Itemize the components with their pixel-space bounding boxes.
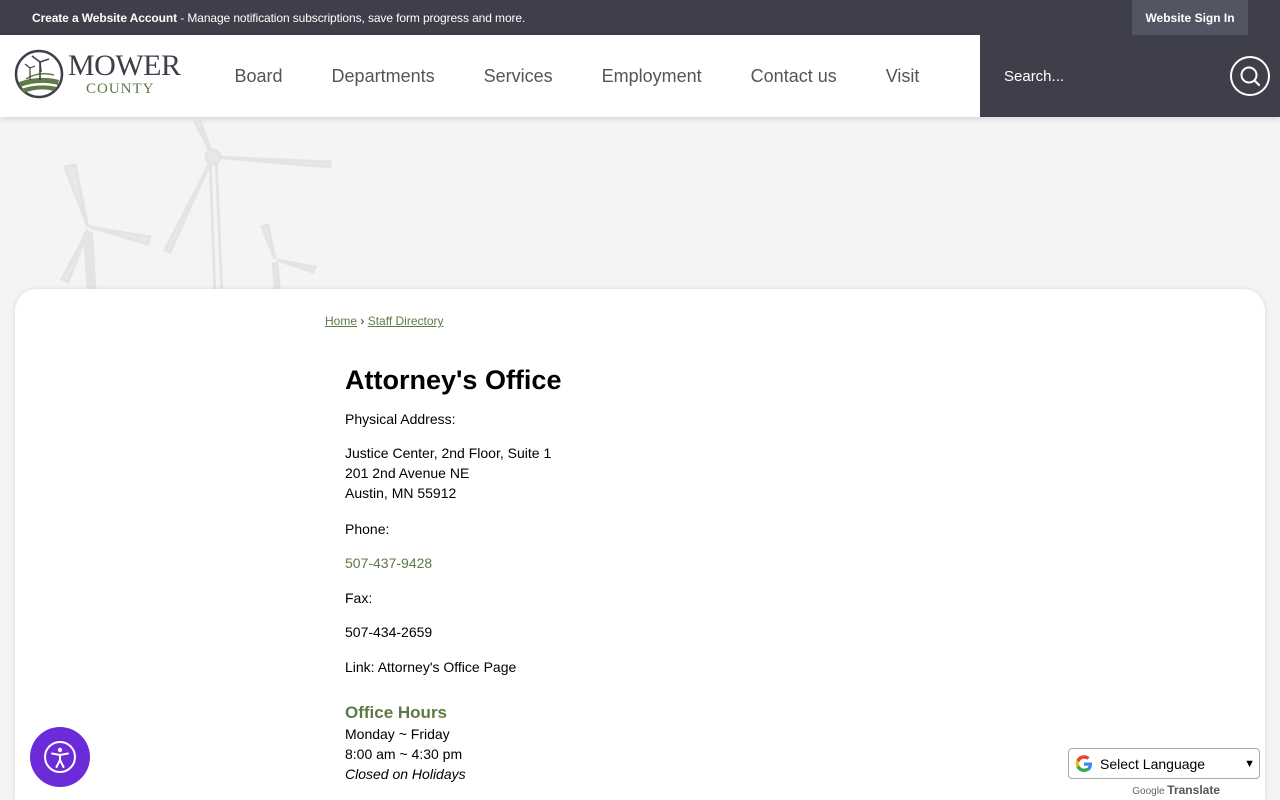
- office-page-link[interactable]: Link: Attorney's Office Page: [345, 657, 945, 677]
- breadcrumb-staff-directory-link[interactable]: Staff Directory: [368, 314, 444, 328]
- office-hours-title: Office Hours: [345, 703, 448, 722]
- search-panel: [980, 35, 1280, 117]
- phone-label: Phone:: [345, 521, 390, 537]
- search-icon: [1240, 66, 1261, 87]
- breadcrumb-home-link[interactable]: Home: [325, 314, 357, 328]
- create-account-description: - Manage notification subscriptions, sav…: [176, 11, 526, 25]
- top-notification-bar: Create a Website Account - Manage notifi…: [0, 0, 1280, 35]
- office-hours-note: Closed on Holidays: [345, 766, 466, 782]
- translate-word: Translate: [1167, 783, 1220, 797]
- nav-item-services[interactable]: Services: [459, 66, 577, 87]
- website-sign-in-button[interactable]: Website Sign In: [1132, 0, 1248, 35]
- search-input[interactable]: [1004, 63, 1204, 89]
- office-hours-time: 8:00 am ~ 4:30 pm: [345, 746, 463, 762]
- address-line-1: Justice Center, 2nd Floor, Suite 1: [345, 445, 552, 461]
- address-line-3: Austin, MN 55912: [345, 485, 457, 501]
- select-language-label: Select Language: [1100, 755, 1206, 772]
- main-navigation: Board Departments Services Employment Co…: [210, 35, 944, 117]
- google-translate-widget: Select Language ▼ Google Translate: [1068, 748, 1260, 797]
- google-wordmark: Google: [1132, 786, 1165, 797]
- google-g-icon: [1075, 754, 1092, 772]
- nav-item-departments[interactable]: Departments: [307, 66, 459, 87]
- logo-text-mower: MOWER: [68, 49, 181, 82]
- logo-text-county: COUNTY: [86, 81, 155, 97]
- accessibility-button[interactable]: [30, 727, 90, 787]
- select-language-dropdown[interactable]: Select Language ▼: [1068, 748, 1260, 779]
- phone-link[interactable]: 507-437-9428: [345, 553, 945, 573]
- nav-item-board[interactable]: Board: [210, 66, 307, 87]
- breadcrumb: Home › Staff Directory: [325, 314, 444, 328]
- office-hours-days: Monday ~ Friday: [345, 726, 450, 742]
- wind-turbine-watermark-icon: [59, 118, 332, 297]
- search-button[interactable]: [1230, 56, 1270, 96]
- physical-address-label: Physical Address:: [345, 411, 456, 427]
- nav-item-visit[interactable]: Visit: [861, 66, 944, 87]
- address-line-2: 201 2nd Avenue NE: [345, 465, 470, 481]
- site-header: MOWER COUNTY Board Departments Services …: [0, 35, 1280, 117]
- chevron-down-icon: ▼: [1244, 757, 1255, 770]
- header-banner: [0, 117, 1280, 297]
- accessibility-icon: [44, 741, 76, 773]
- mower-county-logo[interactable]: MOWER COUNTY: [14, 49, 189, 101]
- nav-item-employment[interactable]: Employment: [577, 66, 726, 87]
- powered-by-google-translate[interactable]: Google Translate: [1068, 783, 1260, 797]
- create-account-link[interactable]: Create a Website Account: [32, 11, 177, 25]
- page-title: Attorney's Office: [345, 365, 562, 395]
- fax-label: Fax:: [345, 590, 373, 606]
- breadcrumb-separator: ›: [360, 314, 365, 328]
- fax-number: 507-434-2659: [345, 624, 433, 640]
- department-details: Attorney's Office Physical Address: Just…: [345, 364, 945, 784]
- wind-turbine-logo-icon: [14, 49, 64, 99]
- nav-item-contact-us[interactable]: Contact us: [726, 66, 861, 87]
- content-card: Home › Staff Directory Attorney's Office…: [15, 289, 1265, 800]
- create-account-message[interactable]: Create a Website Account - Manage notifi…: [32, 11, 525, 25]
